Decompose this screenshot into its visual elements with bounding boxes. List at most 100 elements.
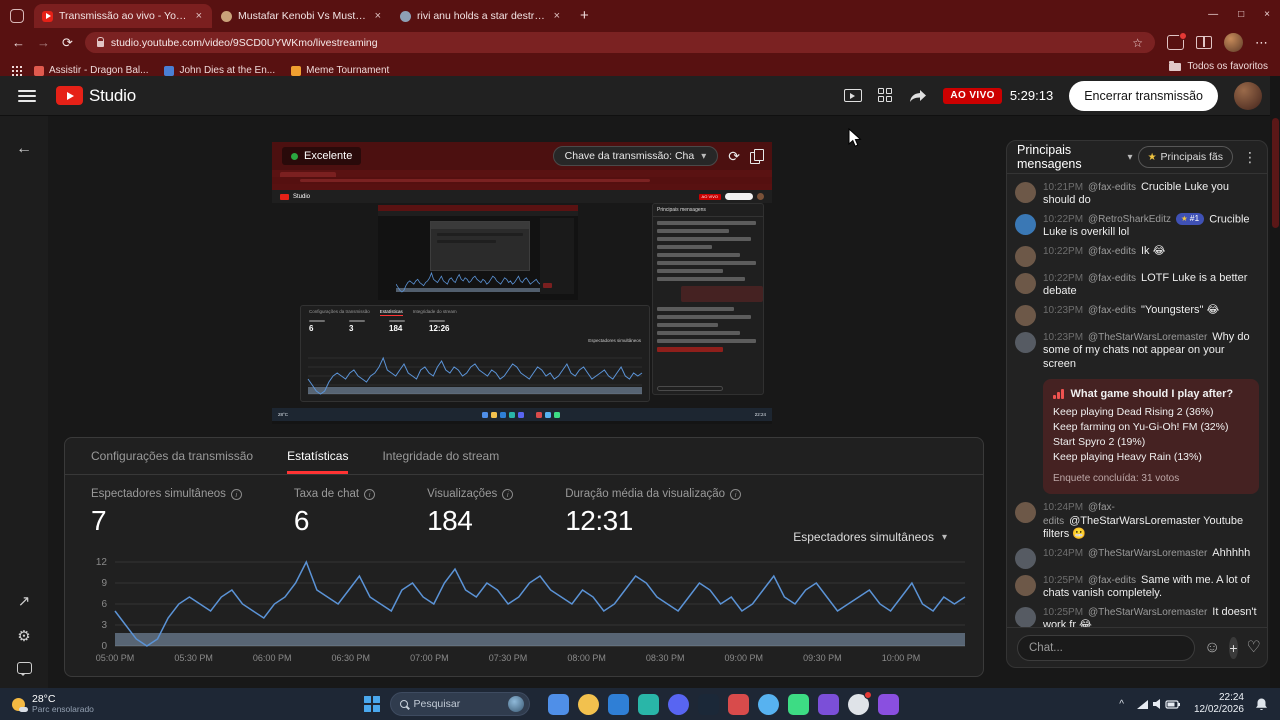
forward-icon[interactable]: → [37,35,50,50]
taskbar-app-icon[interactable] [607,693,629,715]
info-icon[interactable]: i [502,488,514,500]
taskbar-app-icon[interactable] [697,693,719,715]
taskbar-app-icon[interactable] [817,693,839,715]
taskbar-app-icon[interactable] [877,693,899,715]
captured-app-icon [509,411,516,418]
screen: Transmissão ao vivo - YouTube×Mustafar K… [0,0,1280,720]
refresh-icon[interactable]: ⟳ [62,35,73,51]
info-icon[interactable]: i [364,488,376,500]
all-favorites-button[interactable]: Todos os favoritos [1169,60,1268,72]
chart-range-selector[interactable] [308,387,642,394]
sidebar-bottom-icons: ↗ ⚙ [0,592,48,676]
taskbar-app-icon[interactable] [727,693,749,715]
tab-close-icon[interactable]: × [194,10,204,22]
chat-menu-icon[interactable]: ⋮ [1243,149,1257,166]
back-arrow-icon[interactable]: ← [16,140,32,158]
tray-status-icons[interactable] [1135,697,1183,711]
share-icon[interactable] [909,89,927,103]
extension-icon[interactable] [1167,32,1187,50]
info-icon[interactable]: i [730,488,742,500]
url-pill[interactable]: ☆ [84,32,1155,53]
split-screen-icon[interactable] [1196,36,1212,49]
apps-icon[interactable] [878,88,893,103]
tab-close-icon[interactable]: × [373,10,383,22]
chat-input[interactable] [1017,634,1195,661]
end-stream-button[interactable]: Encerrar transmissão [1069,80,1218,111]
favorite-star-icon[interactable]: ☆ [1132,36,1143,50]
top-fans-button[interactable]: ★ Principais fãs [1137,146,1233,168]
chat-avatar [1015,213,1036,235]
chat-avatar [1015,331,1036,353]
refresh-stream-icon[interactable]: ⟳ [728,148,740,165]
taskbar-app-icon[interactable] [787,693,809,715]
chat-timestamp: 10:23PM [1043,331,1084,343]
info-icon[interactable]: i [230,488,242,500]
browser-tab-2[interactable]: rivi anu holds a star destroyer ... × [392,4,570,28]
stats-tab-0[interactable]: Configurações da transmissão [91,438,253,474]
studio-logo[interactable]: Studio [56,86,136,106]
taskbar-clock[interactable]: 22:24 12/02/2026 [1194,692,1244,716]
apps-grid-icon[interactable] [12,65,14,68]
add-icon[interactable]: + [1229,636,1238,659]
weather-widget[interactable]: 28°C Parc ensolarado [12,694,94,714]
browser-tab-1[interactable]: Mustafar Kenobi Vs Mustafar V... × [213,4,391,28]
chat-filter-caret-icon[interactable]: ▾ [1128,152,1133,163]
stats-chart-svg: 0 3 6 9 12 05:00 PM 05:30 PM 06:00 PM 06:30 PM 07… [96,557,966,663]
browser-tab-0[interactable]: Transmissão ao vivo - YouTube × [34,4,212,28]
taskbar-app-icon[interactable] [637,693,659,715]
taskbar-app-icon[interactable] [667,693,689,715]
captured-taskbar: 28°C 22:24 [272,408,772,421]
browser-address-bar: ← → ⟳ ☆ ⋯ [0,28,1280,57]
poll-question: What game should I play after? [1053,387,1249,402]
stats-tab-1[interactable]: Estatísticas [287,438,349,474]
weather-icon [12,697,28,712]
start-button[interactable] [364,696,380,712]
bookmark-item[interactable]: Meme Tournament [291,65,389,76]
url-input[interactable] [110,36,1126,49]
taskbar-app-icon[interactable] [547,693,569,715]
settings-gear-icon[interactable]: ⚙ [17,627,30,645]
window-close-button[interactable]: × [1264,9,1270,20]
new-tab-button[interactable]: + [580,7,589,24]
mini-chart-svg [307,356,643,395]
hamburger-menu-icon[interactable] [18,89,36,102]
search-input[interactable] [413,698,502,710]
taskbar-app-icon[interactable] [577,693,599,715]
window-minimize-button[interactable]: — [1208,9,1218,20]
taskbar-app-icon[interactable] [757,693,779,715]
back-icon[interactable]: ← [12,35,25,50]
captured-chat-line [657,237,751,241]
scrollbar-thumb[interactable] [1271,118,1279,228]
create-video-icon[interactable] [844,89,863,102]
notifications-bell-icon[interactable] [1255,697,1268,711]
chevron-down-icon: ▾ [941,531,947,543]
heart-icon[interactable]: ♡ [1247,639,1261,656]
copy-stream-key-icon[interactable] [750,149,764,164]
metric-value: 184 [427,505,473,536]
chart-range-selector[interactable] [396,288,554,292]
feedback-chat-icon[interactable] [16,662,32,676]
taskbar-app-icon[interactable] [847,690,872,715]
tab-close-icon[interactable]: × [552,10,562,22]
browser-profile-avatar[interactable] [1224,33,1243,52]
window-maximize-button[interactable]: □ [1238,9,1244,20]
chart-range-selector[interactable] [115,633,965,646]
stats-tab-2[interactable]: Integridade do stream [382,438,499,474]
open-external-icon[interactable]: ↗ [18,592,31,610]
taskbar-search[interactable] [389,692,530,716]
bookmark-item[interactable]: Assistir - Dragon Bal... [34,65,148,76]
series-select[interactable]: Espectadores simultâneos ▾ [793,530,947,544]
tray-chevron-icon[interactable]: ^ [1119,699,1124,710]
svg-text:06:30 PM: 06:30 PM [332,653,371,663]
browser-menu-icon[interactable]: ⋯ [1255,35,1268,51]
search-icon [399,700,408,708]
tab-search-icon[interactable] [10,9,24,23]
bookmark-item[interactable]: John Dies at the En... [164,65,275,76]
captured-app-icon [536,411,543,418]
page-scrollbar[interactable] [1270,76,1280,688]
studio-avatar[interactable] [1234,81,1262,110]
stream-key-dropdown[interactable]: Chave da transmissão: Cha ▾ [552,146,719,166]
emoji-icon[interactable]: ☺ [1204,639,1220,656]
tab-strip: Transmissão ao vivo - YouTube×Mustafar K… [34,0,570,28]
chat-timestamp: 10:25PM [1043,574,1084,586]
